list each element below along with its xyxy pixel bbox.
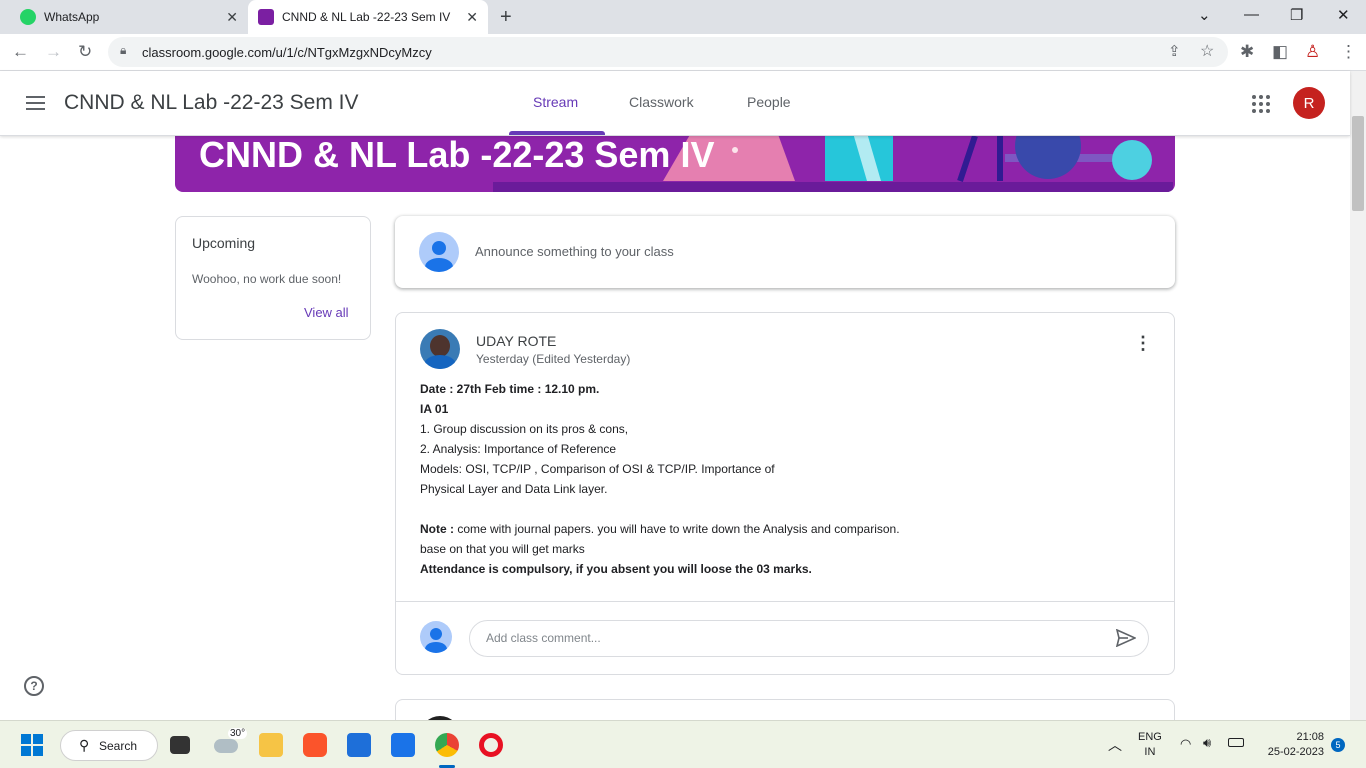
- battery-icon[interactable]: [1228, 738, 1244, 747]
- post-line: base on that you will get marks: [420, 542, 585, 556]
- more-options-icon[interactable]: ⋮: [1134, 334, 1152, 352]
- windows-taskbar: ⚲ Search 30° ︿ ENG IN ◠ 🔊︎ 21:08 25-02-2…: [0, 720, 1366, 768]
- announce-placeholder: Announce something to your class: [475, 244, 674, 259]
- announce-box[interactable]: Announce something to your class: [395, 216, 1175, 288]
- browser-toolbar: ← → ↻ 🔒︎ classroom.google.com/u/1/c/NTgx…: [0, 34, 1366, 71]
- banner-title[interactable]: CNND & NL Lab -22-23 Sem IV: [199, 134, 714, 176]
- note-label: Note :: [420, 522, 454, 536]
- windows-start-icon[interactable]: [21, 734, 43, 756]
- whatsapp-icon: [20, 9, 36, 25]
- post-line: Date : 27th Feb time : 12.10 pm.: [420, 382, 600, 396]
- post-line: 2. Analysis: Importance of Reference: [420, 442, 617, 456]
- close-tab-icon[interactable]: ✕: [226, 9, 238, 26]
- close-tab-icon[interactable]: ✕: [466, 9, 478, 26]
- forward-icon[interactable]: →: [45, 42, 62, 62]
- show-hidden-icons-icon[interactable]: ︿: [1108, 735, 1122, 755]
- post-body: Date : 27th Feb time : 12.10 pm. IA 01 1…: [420, 379, 900, 579]
- class-title[interactable]: CNND & NL Lab -22-23 Sem IV: [64, 91, 359, 115]
- task-view-icon[interactable]: [170, 736, 190, 754]
- search-icon: ⚲: [79, 737, 90, 753]
- address-bar[interactable]: 🔒︎ classroom.google.com/u/1/c/NTgxMzgxND…: [108, 37, 1228, 67]
- maximize-button[interactable]: ❐: [1290, 6, 1303, 24]
- tab-title: WhatsApp: [44, 10, 100, 24]
- clock-time: 21:08: [1296, 731, 1324, 743]
- help-icon[interactable]: ?: [24, 676, 44, 696]
- upcoming-text: Woohoo, no work due soon!: [192, 272, 342, 286]
- tab-classwork[interactable]: Classwork: [629, 94, 694, 110]
- google-apps-icon[interactable]: [1252, 95, 1270, 113]
- post-author: UDAY ROTE: [476, 333, 557, 349]
- post-line: Attendance is compulsory, if you absent …: [420, 562, 812, 576]
- view-all-link[interactable]: View all: [304, 305, 349, 320]
- reload-icon[interactable]: ↻: [78, 42, 92, 62]
- classroom-icon: [258, 9, 274, 25]
- user-avatar-icon: [420, 621, 452, 653]
- tab-people[interactable]: People: [747, 94, 791, 110]
- close-window-button[interactable]: ✕: [1337, 6, 1350, 24]
- search-label: Search: [99, 739, 138, 753]
- post-line: 1. Group discussion on its pros & cons,: [420, 422, 629, 436]
- comment-divider: [396, 601, 1174, 602]
- microsoft-store-icon[interactable]: [347, 733, 371, 757]
- tab-title: CNND & NL Lab -22-23 Sem IV: [282, 10, 451, 24]
- account-avatar[interactable]: R: [1293, 87, 1325, 119]
- post-time: Yesterday (Edited Yesterday): [476, 352, 631, 366]
- note-text: come with journal papers. you will have …: [454, 522, 900, 536]
- volume-icon[interactable]: 🔊︎: [1203, 735, 1211, 751]
- extensions-icon[interactable]: ✱: [1240, 42, 1254, 62]
- weather-temp: 30°: [228, 728, 248, 739]
- user-avatar-icon: [419, 232, 459, 272]
- new-tab-button[interactable]: +: [500, 6, 512, 29]
- opera-icon[interactable]: [479, 733, 503, 757]
- url-text: classroom.google.com/u/1/c/NTgxMzgxNDcyM…: [142, 45, 432, 60]
- minimize-button[interactable]: —: [1244, 6, 1259, 23]
- share-icon[interactable]: ⇪: [1168, 42, 1181, 60]
- class-comment-input[interactable]: Add class comment...: [469, 620, 1149, 657]
- chrome-icon[interactable]: [435, 733, 459, 757]
- active-tab-indicator: [509, 131, 605, 135]
- scrollbar-thumb[interactable]: [1352, 116, 1364, 211]
- stream-post: UDAY ROTE Yesterday (Edited Yesterday) ⋮…: [395, 312, 1175, 675]
- author-avatar: [420, 329, 460, 369]
- lang-secondary: IN: [1144, 746, 1156, 758]
- side-panel-icon[interactable]: ◧: [1272, 42, 1288, 62]
- send-icon[interactable]: [1116, 629, 1136, 647]
- post-line: Models: OSI, TCP/IP , Comparison of OSI …: [420, 462, 775, 476]
- mail-icon[interactable]: [391, 733, 415, 757]
- profile-extension-icon[interactable]: ♙: [1305, 42, 1320, 62]
- chrome-menu-icon[interactable]: ⋮: [1340, 42, 1357, 62]
- language-indicator[interactable]: ENG IN: [1138, 730, 1162, 760]
- post-line: IA 01: [420, 402, 449, 416]
- back-icon[interactable]: ←: [12, 42, 29, 62]
- taskbar-search[interactable]: ⚲ Search: [60, 730, 158, 761]
- tab-search-icon[interactable]: ⌄: [1198, 6, 1211, 24]
- file-explorer-icon[interactable]: [259, 733, 283, 757]
- upcoming-card: Upcoming Woohoo, no work due soon! View …: [175, 216, 371, 340]
- post-line: Physical Layer and Data Link layer.: [420, 482, 608, 496]
- comment-placeholder: Add class comment...: [486, 631, 601, 645]
- bookmark-star-icon[interactable]: ☆: [1200, 41, 1214, 61]
- classroom-header: CNND & NL Lab -22-23 Sem IV Stream Class…: [0, 71, 1350, 136]
- browser-tab-classroom[interactable]: CNND & NL Lab -22-23 Sem IV ✕: [248, 0, 488, 34]
- system-clock[interactable]: 21:08 25-02-2023: [1262, 730, 1324, 760]
- tab-stream[interactable]: Stream: [533, 94, 578, 110]
- notification-badge[interactable]: 5: [1331, 738, 1345, 752]
- upcoming-title: Upcoming: [192, 235, 256, 251]
- brave-browser-icon[interactable]: [303, 733, 327, 757]
- lang-primary: ENG: [1138, 731, 1162, 743]
- browser-tab-whatsapp[interactable]: WhatsApp ✕: [8, 0, 248, 34]
- post-note: Note : come with journal papers. you wil…: [420, 519, 900, 539]
- wifi-icon[interactable]: ◠: [1180, 736, 1191, 752]
- browser-tab-strip: WhatsApp ✕ CNND & NL Lab -22-23 Sem IV ✕…: [0, 0, 1366, 34]
- weather-icon[interactable]: [214, 739, 238, 753]
- page-scrollbar[interactable]: [1350, 71, 1366, 720]
- clock-date: 25-02-2023: [1267, 746, 1324, 758]
- main-menu-icon[interactable]: [26, 95, 46, 111]
- lock-icon: 🔒︎: [120, 43, 127, 57]
